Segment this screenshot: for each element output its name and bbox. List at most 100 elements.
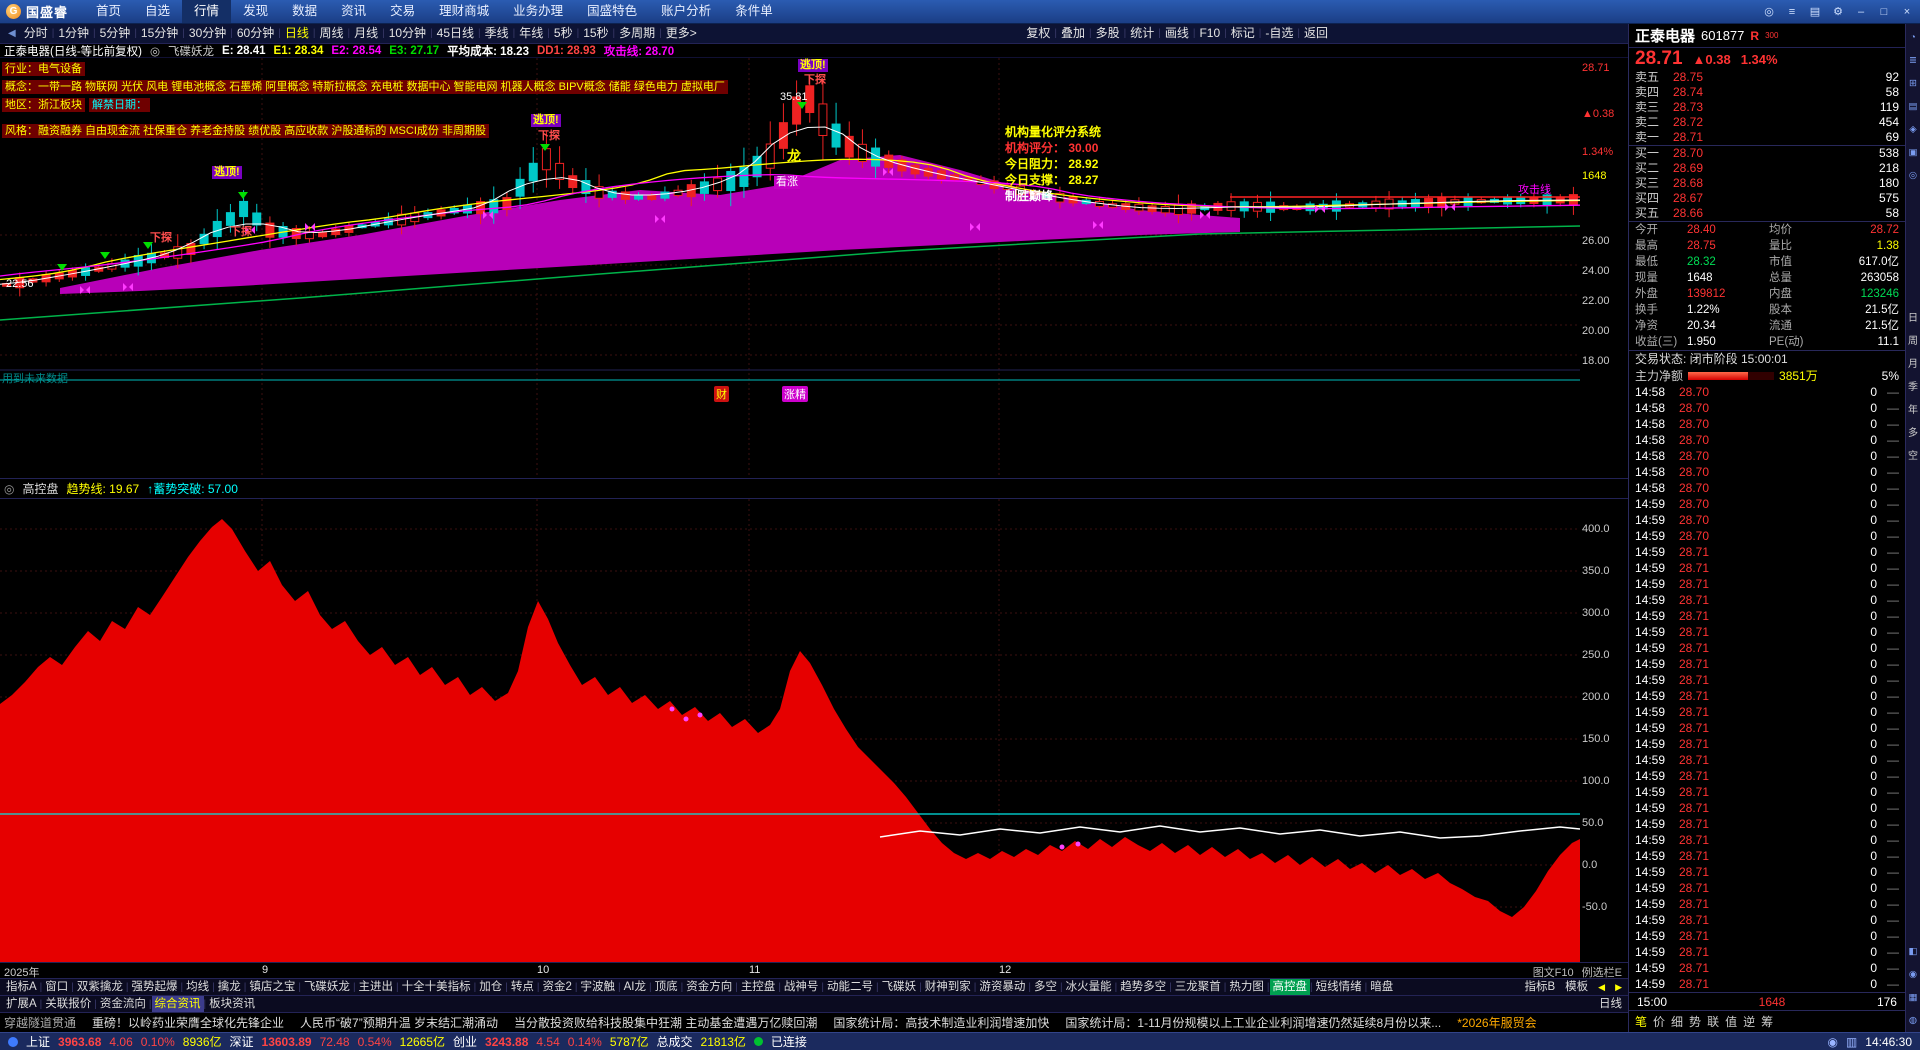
indicator-tab-擒龙[interactable]: 擒龙	[215, 979, 244, 995]
top-menu-item-行情[interactable]: 行情	[182, 0, 232, 23]
strip-period-日[interactable]: 日	[1906, 307, 1920, 330]
strip-bottom-icon-3[interactable]: ◍	[1906, 1009, 1920, 1032]
indicator-tab-窗口[interactable]: 窗口	[42, 979, 71, 995]
bid-row-1[interactable]: 买一 28.70 538	[1629, 146, 1905, 161]
strip-period-周[interactable]: 周	[1906, 330, 1920, 353]
strip-bottom-icon-2[interactable]: ▦	[1906, 986, 1920, 1009]
strip-icon-6[interactable]: ◎	[1906, 164, 1920, 187]
info-tab-综合资讯[interactable]: 综合资讯	[151, 996, 204, 1012]
top-menu-item-资讯[interactable]: 资讯	[329, 0, 378, 23]
period-tab-5分钟[interactable]: 5分钟	[96, 24, 135, 43]
info-tab-板块资讯[interactable]: 板块资讯	[206, 996, 258, 1012]
news-item-3[interactable]: 当分散投资败给科技股集中狂潮 主动基金遭遇万亿赎回潮	[514, 1014, 817, 1031]
top-icon-1[interactable]: ≡	[1785, 3, 1799, 21]
strip-period-空[interactable]: 空	[1906, 445, 1920, 468]
back-arrow-icon[interactable]: ◀	[4, 28, 20, 39]
indicator-tab-双紫擒龙[interactable]: 双紫擒龙	[74, 979, 126, 995]
toolbar-button--自选[interactable]: -自选	[1261, 24, 1297, 43]
signal-icon[interactable]: ▥	[1846, 1035, 1857, 1049]
period-tab-30分钟[interactable]: 30分钟	[185, 24, 230, 43]
indicator-tab-动能二号[interactable]: 动能二号	[824, 979, 876, 995]
top-menu-item-自选[interactable]: 自选	[133, 0, 182, 23]
strip-icon-3[interactable]: ▤	[1906, 95, 1920, 118]
toolbar-button-F10[interactable]: F10	[1195, 24, 1224, 43]
index-name-上证[interactable]: 上证	[26, 1033, 50, 1050]
axis-button-图文F10[interactable]: 图文F10	[1533, 964, 1574, 980]
top-icon-0[interactable]: ◎	[1762, 3, 1776, 21]
indicator-tab-短线情绪[interactable]: 短线情绪	[1313, 979, 1365, 995]
news-item-1[interactable]: 重磅！以岭药业荣膺全球化先锋企业	[92, 1014, 284, 1031]
news-item-6[interactable]: *2026年服贸会	[1457, 1014, 1536, 1031]
indicator-tab-高控盘[interactable]: 高控盘	[1269, 979, 1311, 995]
minimize-icon[interactable]: –	[1854, 3, 1868, 21]
strip-period-多[interactable]: 多	[1906, 422, 1920, 445]
period-tab-多周期[interactable]: 多周期	[615, 24, 659, 43]
indicator-tab-财神到家[interactable]: 财神到家	[922, 979, 974, 995]
volume-icon[interactable]: ◉	[1827, 1035, 1837, 1049]
info-tab-关联报价[interactable]: 关联报价	[42, 996, 94, 1012]
toolbar-button-返回[interactable]: 返回	[1300, 24, 1332, 43]
ask-row-4[interactable]: 卖四 28.74 58	[1629, 85, 1905, 100]
bid-row-2[interactable]: 买二 28.69 218	[1629, 161, 1905, 176]
index-name-创业[interactable]: 创业	[453, 1033, 477, 1050]
bid-row-4[interactable]: 买四 28.67 575	[1629, 191, 1905, 206]
period-tab-更多>[interactable]: 更多>	[662, 24, 701, 43]
indicator-tab-战神号[interactable]: 战神号	[781, 979, 822, 995]
close-icon[interactable]: ×	[1900, 3, 1914, 21]
period-tab-15秒[interactable]: 15秒	[579, 24, 612, 43]
indicator-tab-三龙聚首[interactable]: 三龙聚首	[1172, 979, 1224, 995]
period-tab-周线[interactable]: 周线	[315, 24, 347, 43]
period-tab-季线[interactable]: 季线	[481, 24, 513, 43]
info-tab-资金流向[interactable]: 资金流向	[97, 996, 149, 1012]
indicator-tab-主控盘[interactable]: 主控盘	[738, 979, 779, 995]
top-menu-item-交易[interactable]: 交易	[378, 0, 427, 23]
indicator-tab-指标A[interactable]: 指标A	[3, 979, 40, 995]
period-tab-分时[interactable]: 分时	[20, 24, 52, 43]
indicator-tab-模板[interactable]: 模板	[1562, 979, 1591, 995]
toolbar-button-复权[interactable]: 复权	[1022, 24, 1054, 43]
period-tab-年线[interactable]: 年线	[515, 24, 547, 43]
tick-tab-逆[interactable]: 逆	[1743, 1013, 1755, 1030]
tick-list[interactable]: 14:58 28.70 0—14:58 28.70 0—14:58 28.70 0—14:5…	[1629, 384, 1905, 992]
indicator-tab-十全十美指标[interactable]: 十全十美指标	[399, 979, 474, 995]
strip-icon-2[interactable]: ⊞	[1906, 72, 1920, 95]
top-icon-3[interactable]: ⚙	[1831, 3, 1845, 21]
top-menu-item-理财商城[interactable]: 理财商城	[427, 0, 501, 23]
strip-bottom-icon-0[interactable]: ◧	[1906, 940, 1920, 963]
top-menu-item-条件单[interactable]: 条件单	[723, 0, 785, 23]
toolbar-button-统计[interactable]: 统计	[1126, 24, 1158, 43]
indicator-tab-AI龙[interactable]: AI龙	[621, 979, 649, 995]
ask-row-3[interactable]: 卖三 28.73 119	[1629, 100, 1905, 115]
ask-row-2[interactable]: 卖二 28.72 454	[1629, 115, 1905, 130]
tick-tab-值[interactable]: 值	[1725, 1013, 1737, 1030]
strip-icon-4[interactable]: ◈	[1906, 118, 1920, 141]
candlestick-chart-canvas[interactable]	[0, 58, 1581, 478]
news-item-5[interactable]: 国家统计局：1-11月份规模以上工业企业利润增速仍然延续8月份以来...	[1065, 1014, 1441, 1031]
period-tab-月线[interactable]: 月线	[350, 24, 382, 43]
period-tab-1分钟[interactable]: 1分钟	[54, 24, 93, 43]
ask-row-5[interactable]: 卖五 28.75 92	[1629, 70, 1905, 85]
indicator-tab-指标B[interactable]: 指标B	[1521, 979, 1558, 995]
indicator-tab-多空[interactable]: 多空	[1031, 979, 1060, 995]
top-menu-item-业务办理[interactable]: 业务办理	[501, 0, 575, 23]
axis-button-例选栏E[interactable]: 例选栏E	[1582, 964, 1622, 980]
indicator-tab-强势起爆[interactable]: 强势起爆	[129, 979, 181, 995]
period-tab-5秒[interactable]: 5秒	[550, 24, 577, 43]
strip-period-月[interactable]: 月	[1906, 353, 1920, 376]
indicator-tab-顶底[interactable]: 顶底	[652, 979, 681, 995]
scroll-left-icon[interactable]: ◀	[1595, 979, 1608, 995]
toolbar-button-叠加[interactable]: 叠加	[1057, 24, 1089, 43]
indicator-tab-宇波触[interactable]: 宇波触	[578, 979, 619, 995]
scroll-right-icon[interactable]: ▶	[1612, 979, 1625, 995]
top-menu-item-发现[interactable]: 发现	[231, 0, 280, 23]
top-menu-item-首页[interactable]: 首页	[84, 0, 133, 23]
period-tab-45日线[interactable]: 45日线	[433, 24, 478, 43]
news-item-4[interactable]: 国家统计局：高技术制造业利润增速加快	[833, 1014, 1049, 1031]
tick-tab-价[interactable]: 价	[1653, 1013, 1665, 1030]
top-menu-item-账户分析[interactable]: 账户分析	[649, 0, 723, 23]
indicator-tab-飞碟妖龙[interactable]: 飞碟妖龙	[301, 979, 353, 995]
indicator-tab-镇店之宝[interactable]: 镇店之宝	[246, 979, 298, 995]
strip-period-年[interactable]: 年	[1906, 399, 1920, 422]
toolbar-button-多股[interactable]: 多股	[1092, 24, 1124, 43]
maximize-icon[interactable]: □	[1877, 3, 1891, 21]
